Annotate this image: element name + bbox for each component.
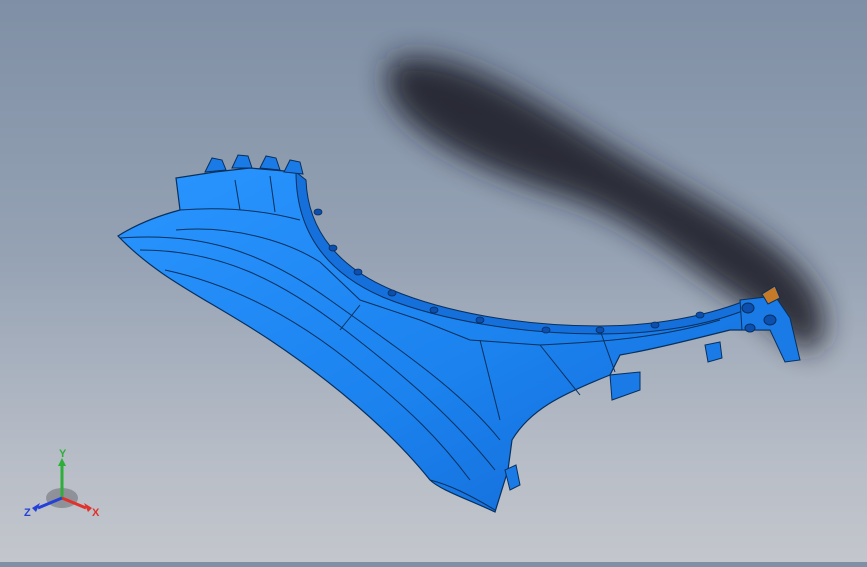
coordinate-triad: Y X Z [22, 446, 108, 526]
model-canvas[interactable] [0, 0, 867, 562]
z-axis-label: Z [24, 507, 31, 519]
y-axis-label: Y [59, 448, 67, 460]
3d-viewport[interactable]: Y X Z [0, 0, 867, 562]
x-axis-label: X [92, 507, 100, 519]
